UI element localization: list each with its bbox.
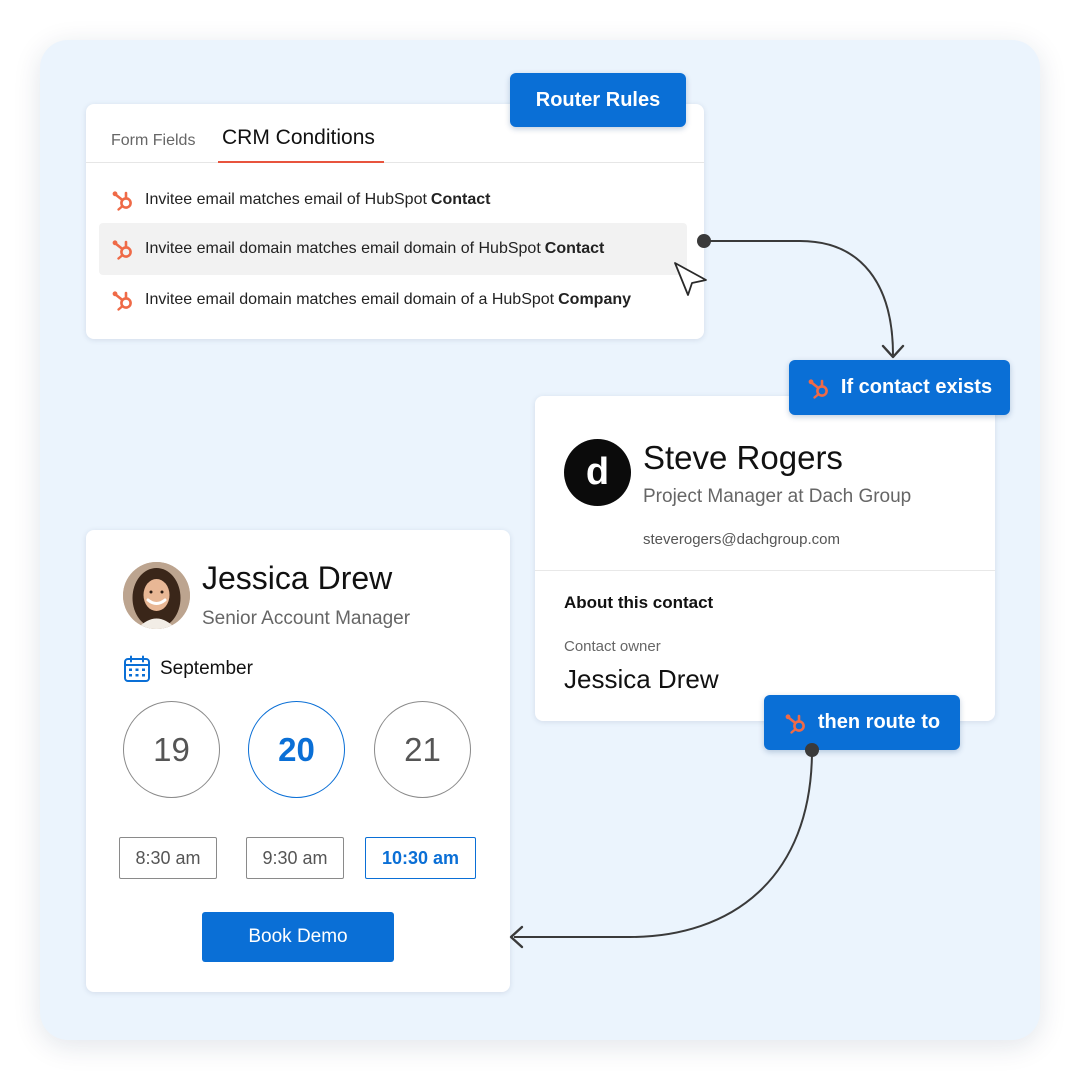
divider <box>535 570 995 571</box>
rule-text: Invitee email matches email of HubSpot <box>145 191 427 208</box>
active-tab-underline <box>218 161 384 163</box>
router-rules-badge: Router Rules <box>510 73 686 127</box>
then-route-to-badge: then route to <box>764 695 960 750</box>
rule-text: Invitee email domain matches email domai… <box>145 240 541 257</box>
month-label: September <box>160 658 253 679</box>
hubspot-icon <box>111 288 135 312</box>
avatar: d <box>564 439 631 506</box>
hubspot-icon <box>807 376 831 400</box>
rule-text: Invitee email domain matches email domai… <box>145 291 555 308</box>
if-contact-exists-badge: If contact exists <box>789 360 1010 415</box>
day-option[interactable]: 21 <box>374 701 471 798</box>
condition-label: If contact exists <box>840 376 993 398</box>
tab-form-fields[interactable]: Form Fields <box>111 132 195 150</box>
time-slot-selected[interactable]: 10:30 am <box>365 837 476 879</box>
section-heading: About this contact <box>564 593 714 612</box>
rule-object: Contact <box>430 191 491 208</box>
contact-title: Project Manager at Dach Group <box>643 486 912 507</box>
calendar-icon <box>124 655 150 682</box>
time-slot[interactable]: 8:30 am <box>119 837 217 879</box>
hubspot-icon <box>111 188 135 212</box>
contact-email: steverogers@dachgroup.com <box>643 531 840 548</box>
booking-card: Jessica Drew Senior Account Manager Sept… <box>86 530 510 992</box>
time-slot[interactable]: 9:30 am <box>246 837 344 879</box>
book-demo-button[interactable]: Book Demo <box>202 912 394 962</box>
owner-label: Contact owner <box>564 638 661 655</box>
hubspot-icon <box>111 237 135 261</box>
rule-object: Contact <box>544 240 605 257</box>
tab-crm-conditions[interactable]: CRM Conditions <box>222 126 375 150</box>
host-title: Senior Account Manager <box>202 608 411 629</box>
contact-card: d Steve Rogers Project Manager at Dach G… <box>535 396 995 721</box>
rule-contact-email[interactable]: Invitee email matches email of HubSpot C… <box>99 174 687 226</box>
avatar <box>123 562 190 629</box>
hubspot-icon <box>784 711 808 735</box>
contact-name: Steve Rogers <box>643 439 843 476</box>
host-name: Jessica Drew <box>202 560 393 596</box>
rule-contact-domain[interactable]: Invitee email domain matches email domai… <box>99 223 687 275</box>
crm-conditions-card: Form Fields CRM Conditions Invitee email… <box>86 104 704 339</box>
route-label: then route to <box>817 711 941 733</box>
rule-company-domain[interactable]: Invitee email domain matches email domai… <box>99 274 687 326</box>
day-option-selected[interactable]: 20 <box>248 701 345 798</box>
owner-name: Jessica Drew <box>564 664 719 694</box>
rule-object: Company <box>558 291 632 308</box>
router-rules-label: Router Rules <box>535 88 661 111</box>
day-option[interactable]: 19 <box>123 701 220 798</box>
